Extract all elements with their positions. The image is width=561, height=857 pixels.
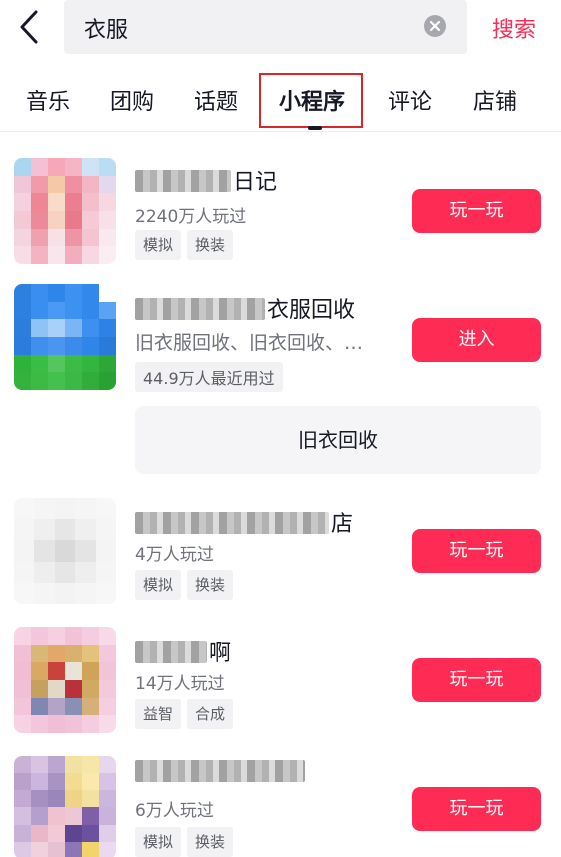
category-tabs: 音乐 团购 话题 小程序 评论 店铺 [0, 70, 561, 130]
app-thumbnail [14, 158, 116, 264]
tab-topics[interactable]: 话题 [194, 84, 238, 116]
play-button[interactable]: 玩一玩 [412, 189, 541, 233]
search-input[interactable]: 衣服 [64, 0, 467, 54]
tabs-divider [0, 131, 561, 132]
blurred-title-part [135, 170, 231, 192]
service-shortcut-button[interactable]: 旧衣回收 [135, 406, 541, 474]
app-stats: 4万人玩过 [135, 545, 214, 565]
tag: 换装 [187, 570, 234, 600]
app-stats: 6万人玩过 [135, 801, 214, 821]
app-title-visible: 店 [331, 512, 354, 537]
app-title-visible: 日记 [233, 170, 278, 195]
app-title: 衣服回收 [135, 292, 355, 324]
app-stats: 2240万人玩过 [135, 207, 247, 227]
top-bar: 衣服 搜索 [0, 0, 561, 56]
blurred-title-part [135, 641, 207, 663]
app-tags: 益智 合成 [135, 699, 234, 729]
app-description: 旧衣服回收、旧衣回收、… [135, 332, 364, 354]
tag: 模拟 [135, 230, 182, 260]
tag: 模拟 [135, 570, 182, 600]
back-arrow-icon[interactable] [14, 8, 46, 46]
app-tags: 模拟 换装 [135, 230, 234, 260]
tag: 换装 [187, 827, 234, 857]
tab-music[interactable]: 音乐 [26, 84, 70, 116]
play-button[interactable]: 玩一玩 [412, 529, 541, 573]
app-thumbnail [14, 284, 116, 390]
tab-mini-programs[interactable]: 小程序 [279, 84, 345, 116]
clear-search-icon[interactable] [423, 14, 447, 38]
app-thumbnail [14, 498, 116, 604]
blurred-title-part [135, 298, 265, 320]
play-button[interactable]: 玩一玩 [412, 787, 541, 831]
app-title-visible: 啊 [209, 641, 232, 666]
tab-group-buy[interactable]: 团购 [110, 84, 154, 116]
app-title: 日记 [135, 164, 277, 196]
search-button[interactable]: 搜索 [492, 12, 536, 44]
app-title-visible: 衣服回收 [267, 298, 356, 323]
app-title: 啊 [135, 635, 231, 667]
tag: 益智 [135, 699, 182, 729]
tab-comments[interactable]: 评论 [388, 84, 432, 116]
app-stats: 44.9万人最近用过 [135, 362, 283, 392]
active-tab-indicator [308, 126, 322, 130]
app-tags: 模拟 换装 [135, 827, 234, 857]
tab-shops[interactable]: 店铺 [473, 84, 517, 116]
app-title: 店 [135, 506, 353, 538]
play-button[interactable]: 玩一玩 [412, 658, 541, 702]
tag: 模拟 [135, 827, 182, 857]
app-thumbnail [14, 756, 116, 857]
app-title [135, 760, 307, 785]
enter-button[interactable]: 进入 [412, 318, 541, 362]
app-stats: 14万人玩过 [135, 674, 225, 694]
tag: 换装 [187, 230, 234, 260]
search-query-text: 衣服 [84, 18, 129, 43]
app-thumbnail [14, 627, 116, 733]
blurred-title-part [135, 760, 305, 782]
tag: 合成 [187, 699, 234, 729]
app-tags: 模拟 换装 [135, 570, 234, 600]
blurred-title-part [135, 512, 329, 534]
